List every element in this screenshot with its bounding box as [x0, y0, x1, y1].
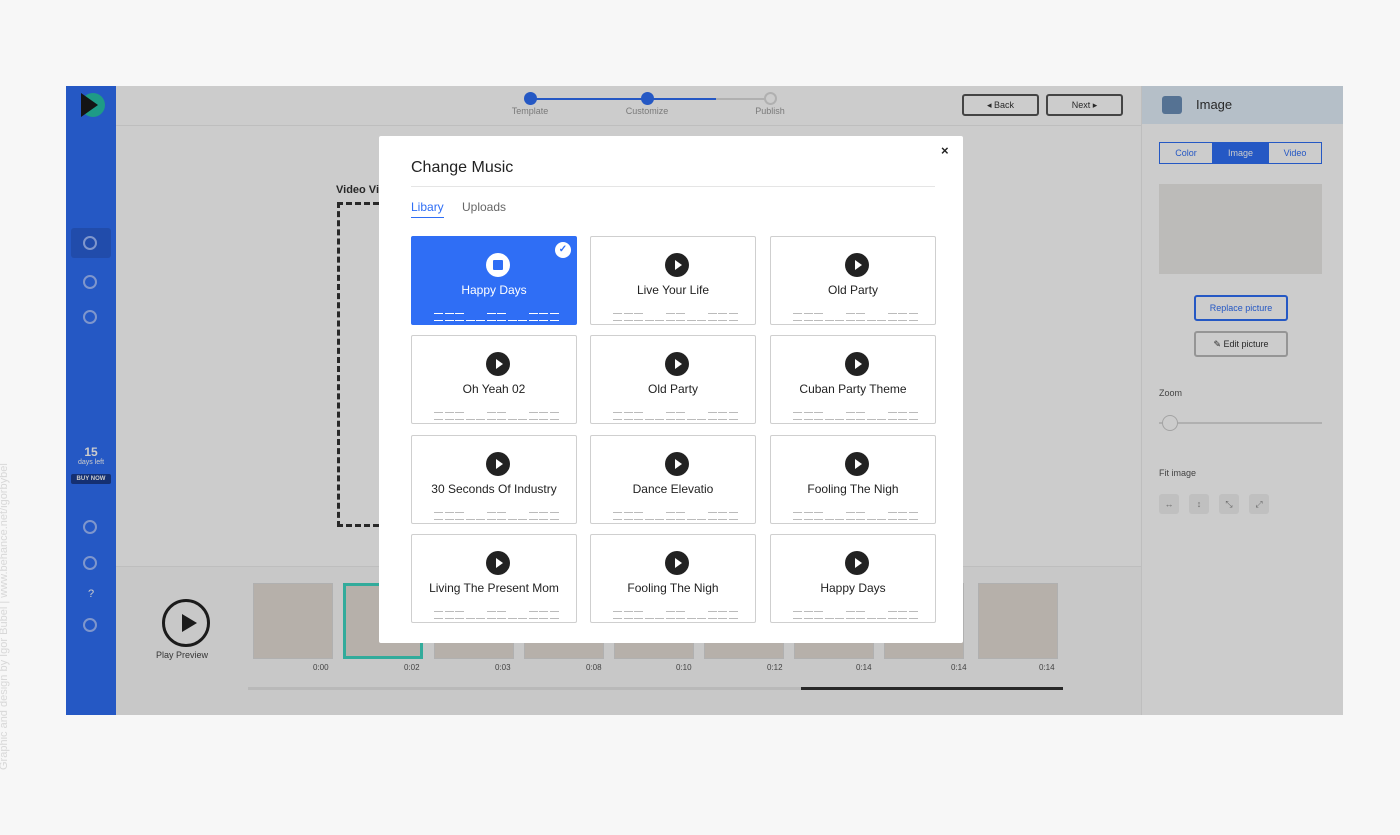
waveform-icon	[434, 410, 559, 420]
play-icon[interactable]	[665, 253, 689, 277]
track-title: Old Party	[647, 382, 698, 396]
track-title: 30 Seconds Of Industry	[431, 482, 557, 496]
track-card[interactable]: Oh Yeah 02	[411, 335, 577, 424]
stop-icon[interactable]	[486, 253, 510, 277]
waveform-icon	[434, 311, 559, 321]
play-icon[interactable]	[486, 352, 510, 376]
track-card[interactable]: Dance Elevatio	[590, 435, 756, 524]
track-card[interactable]: Cuban Party Theme	[770, 335, 936, 424]
play-icon[interactable]	[486, 551, 510, 575]
play-icon[interactable]	[845, 352, 869, 376]
play-icon[interactable]	[665, 551, 689, 575]
waveform-icon	[793, 609, 918, 619]
check-icon: ✓	[555, 242, 571, 258]
waveform-icon	[793, 410, 918, 420]
play-icon[interactable]	[486, 452, 510, 476]
tab-uploads[interactable]: Uploads	[462, 200, 506, 217]
waveform-icon	[793, 510, 918, 520]
track-card[interactable]: Happy Days	[770, 534, 936, 623]
play-icon[interactable]	[845, 551, 869, 575]
track-card[interactable]: Living The Present Mom	[411, 534, 577, 623]
track-title: Fooling The Nigh	[807, 482, 899, 496]
waveform-icon	[434, 510, 559, 520]
play-icon[interactable]	[845, 253, 869, 277]
track-card[interactable]: Old Party	[590, 335, 756, 424]
waveform-icon	[434, 609, 559, 619]
modal-title: Change Music	[411, 159, 514, 176]
track-title: Happy Days	[820, 581, 886, 595]
track-card[interactable]: Fooling The Nigh	[770, 435, 936, 524]
track-card[interactable]: Fooling The Nigh	[590, 534, 756, 623]
waveform-icon	[613, 311, 738, 321]
waveform-icon	[613, 510, 738, 520]
waveform-icon	[613, 609, 738, 619]
track-title: Live Your Life	[636, 283, 710, 297]
track-card[interactable]: Old Party	[770, 236, 936, 325]
track-title: Dance Elevatio	[632, 482, 714, 496]
track-title: Fooling The Nigh	[627, 581, 719, 595]
change-music-modal: Change Music × Libary Uploads Happy Days…	[379, 136, 963, 643]
play-icon[interactable]	[845, 452, 869, 476]
waveform-icon	[793, 311, 918, 321]
track-card-selected[interactable]: Happy Days ✓	[411, 236, 577, 325]
watermark-credit: Graphic and design by Igor Bubel | www.b…	[0, 463, 10, 770]
waveform-icon	[613, 410, 738, 420]
play-icon[interactable]	[665, 352, 689, 376]
track-title: Oh Yeah 02	[462, 382, 526, 396]
play-icon[interactable]	[665, 452, 689, 476]
track-title: Happy Days	[461, 283, 527, 297]
track-title: Cuban Party Theme	[799, 382, 907, 396]
track-card[interactable]: 30 Seconds Of Industry	[411, 435, 577, 524]
track-title: Old Party	[827, 283, 878, 297]
tab-library[interactable]: Libary	[411, 200, 444, 218]
track-card[interactable]: Live Your Life	[590, 236, 756, 325]
track-title: Living The Present Mom	[429, 581, 559, 595]
divider	[411, 186, 935, 187]
close-icon[interactable]: ×	[941, 143, 949, 158]
